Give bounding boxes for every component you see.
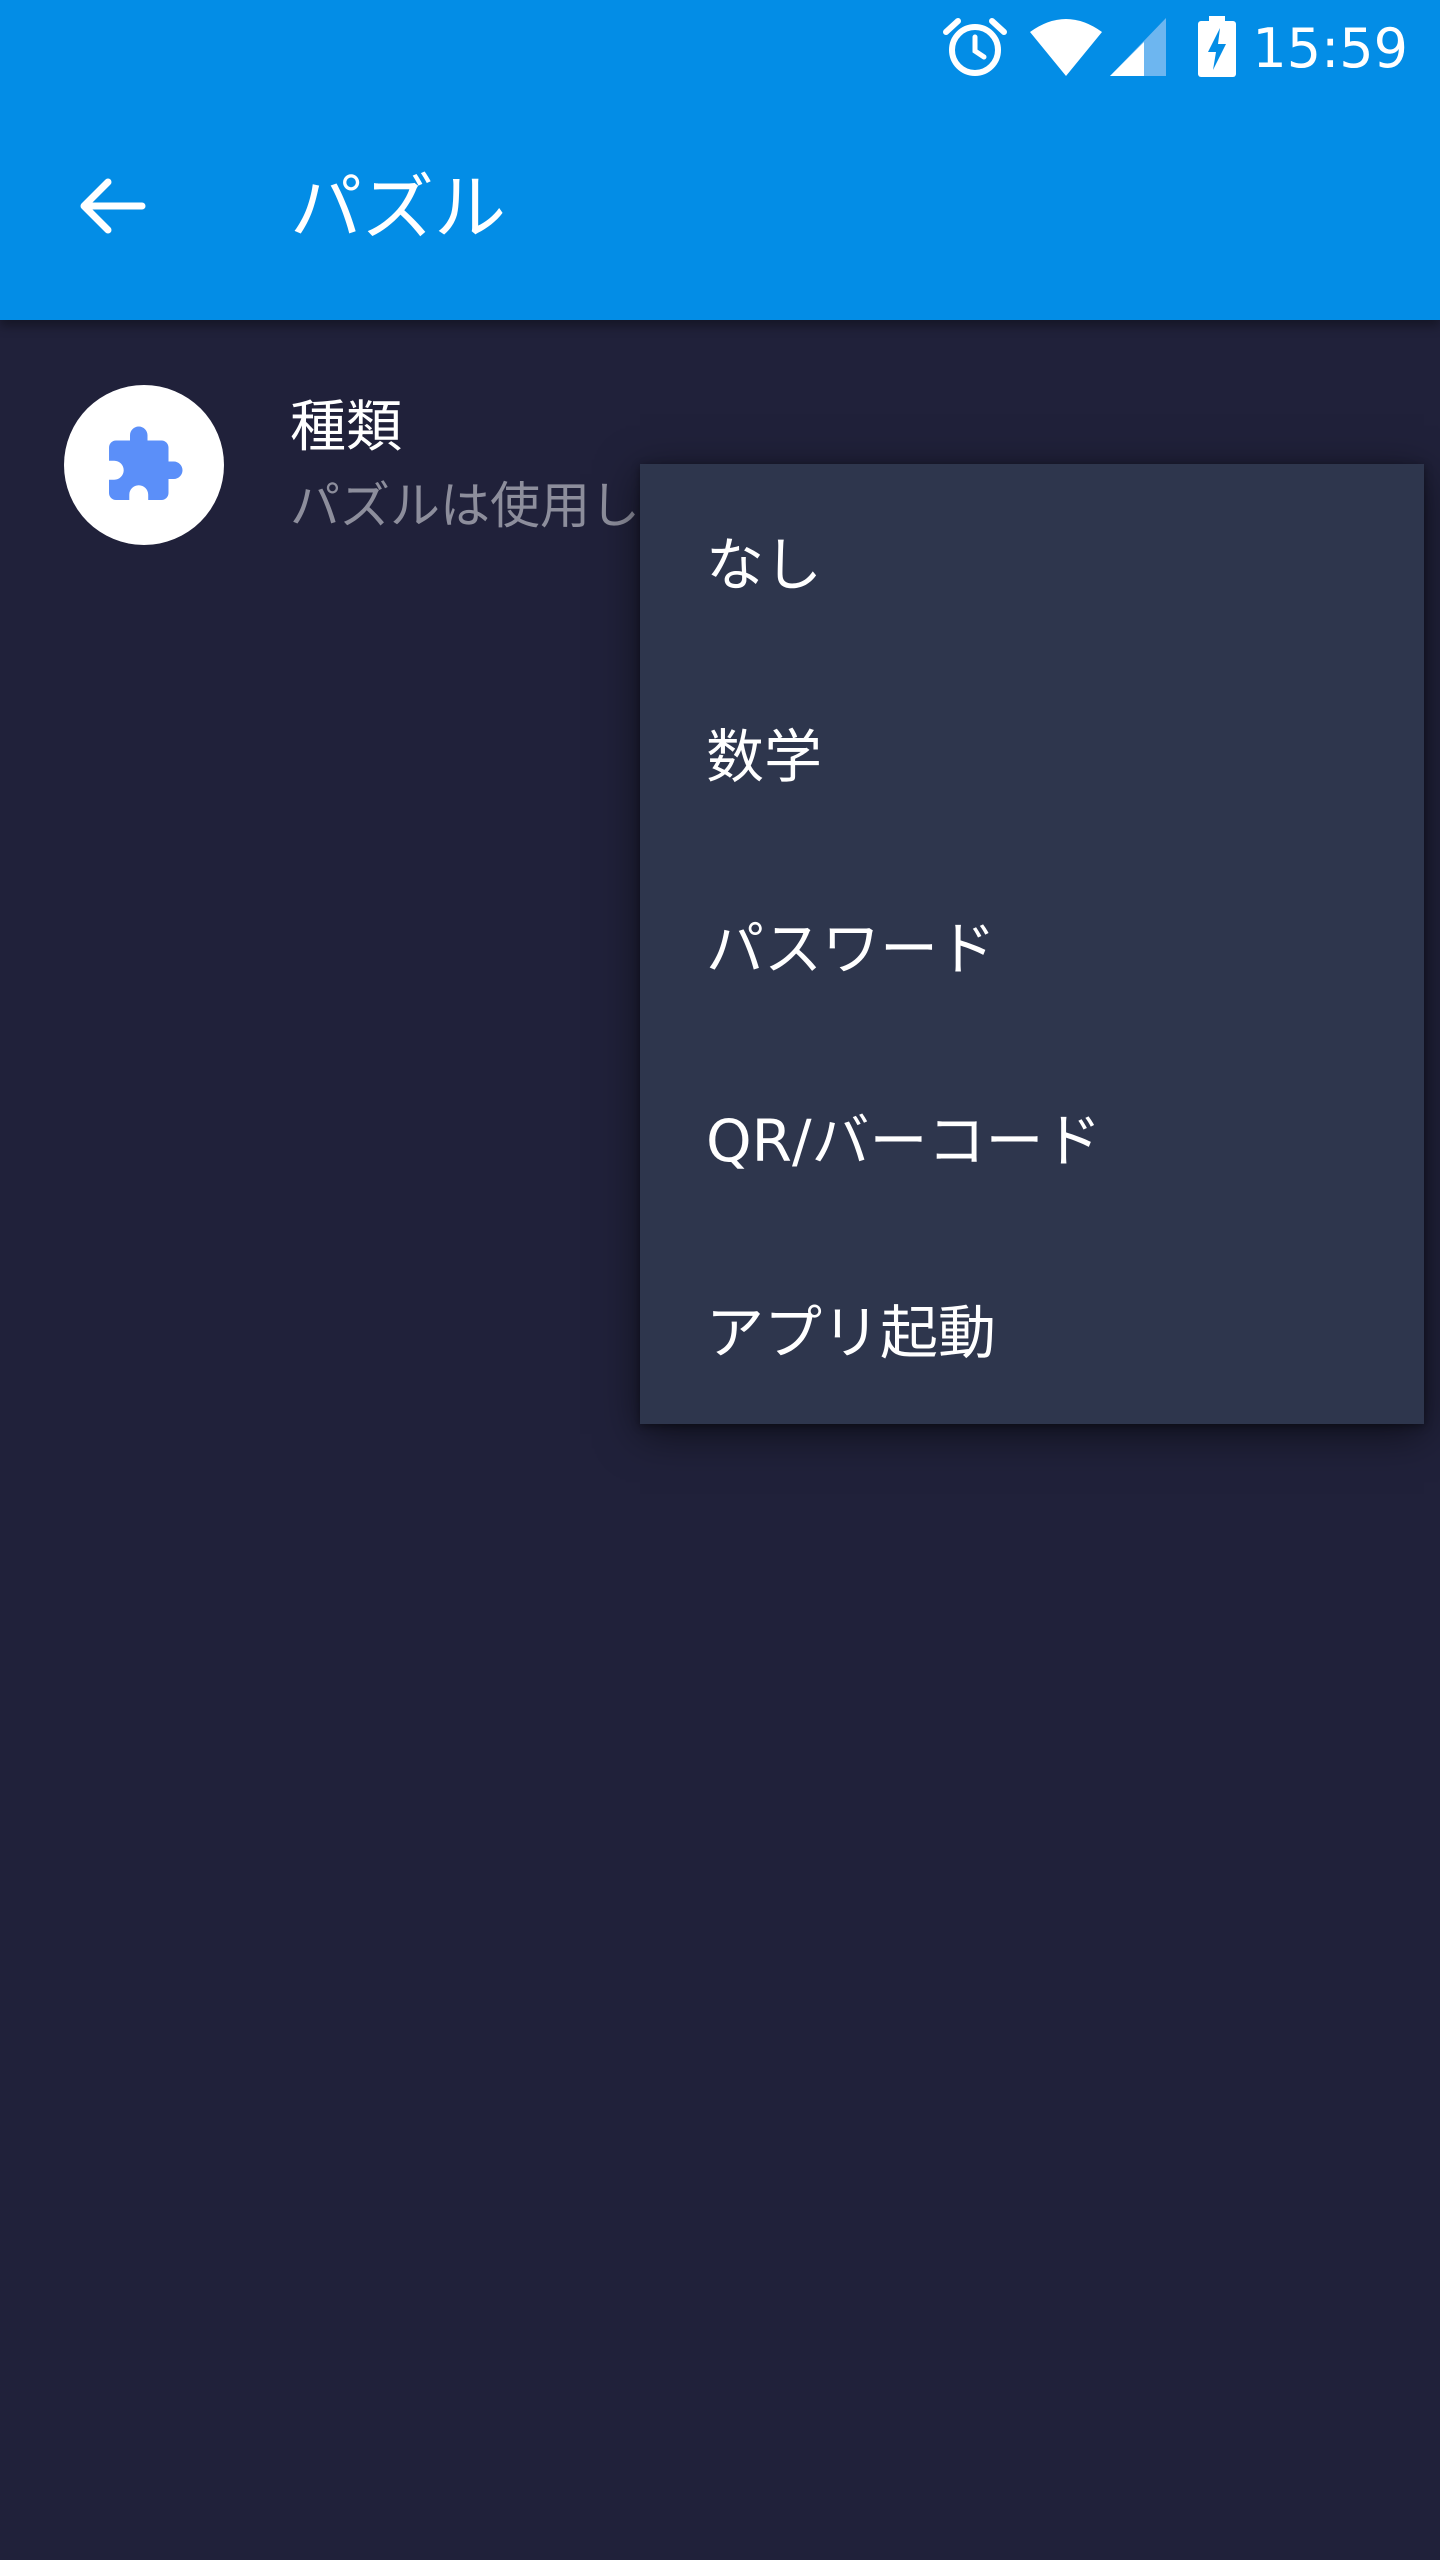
arrow-back-icon [80,178,146,234]
puzzle-icon [109,426,183,500]
setting-title: 種類 [290,395,402,460]
status-bar: 15:59 [0,0,1440,100]
menu-item-app-launch[interactable]: アプリ起動 [640,1232,1424,1424]
alarm-icon [943,18,1007,76]
avatar [64,385,224,545]
app-bar: 15:59 パズル [0,0,1440,320]
signal-icon [1110,18,1166,76]
menu-item-qr-barcode[interactable]: QR/バーコード [640,1040,1424,1232]
menu-item-none[interactable]: なし [640,464,1424,656]
setting-subtitle: パズルは使用し [290,477,640,535]
back-button[interactable] [56,150,168,262]
puzzle-type-menu: なし 数学 パスワード QR/バーコード アプリ起動 [640,464,1424,1424]
wifi-icon [1030,19,1102,76]
menu-item-math[interactable]: 数学 [640,656,1424,848]
menu-item-password[interactable]: パスワード [640,848,1424,1040]
status-time: 15:59 [1252,17,1408,80]
battery-charging-icon [1198,16,1236,77]
page-title: パズル [290,166,507,250]
